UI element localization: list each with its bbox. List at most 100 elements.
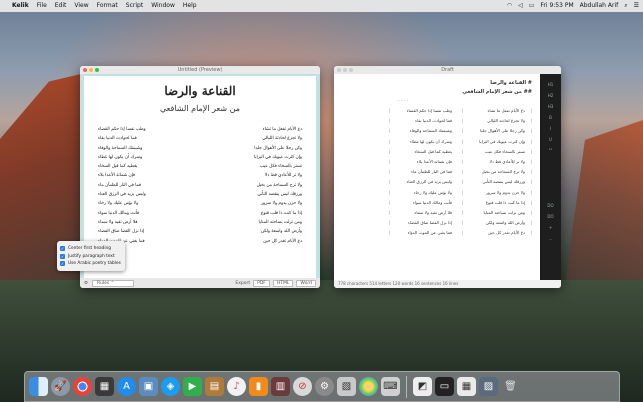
preview-titlebar[interactable]: Untitled (Preview) — [80, 66, 320, 74]
menu-file[interactable]: File — [37, 0, 47, 12]
editor-window: Draft # القناعة والرضا ## من شعر الإمام … — [334, 66, 561, 288]
poem-verse: ورزقك ليس ينقصه التأني وليس يزيد في الرزق… — [98, 192, 302, 201]
editor-verse-first-half: وإن كثرت عيوبك في البرايا — [479, 138, 525, 144]
notification-center-icon[interactable]: ☰ — [634, 0, 639, 12]
menu-view[interactable]: View — [74, 0, 88, 12]
markdown-editor[interactable]: # القناعة والرضا ## من شعر الإمام الشافع… — [334, 74, 540, 280]
preview-document-icon[interactable]: ▦ — [457, 377, 476, 396]
tool-button[interactable]: DO — [540, 203, 561, 214]
trash-icon[interactable]: 🗑 — [501, 377, 520, 396]
facetime-icon[interactable]: ▶ — [183, 377, 202, 396]
editor-verse-row: | ومن نزلت بساحته المنايا | فلا أرض تقيه ول… — [342, 210, 532, 220]
menu-clock[interactable]: Fri 9:53 PM — [540, 0, 573, 12]
no-entry-icon[interactable]: ⊘ — [293, 377, 312, 396]
option-arabic-tables[interactable]: ✓ Use Arabic poetry tables — [60, 260, 122, 268]
image-capture-icon[interactable]: ▧ — [337, 377, 356, 396]
verse-first-half: ولا تجزع لحادثة الليالي — [262, 136, 302, 142]
checkbox-checked-icon[interactable]: ✓ — [60, 253, 65, 259]
editor-verse-row: | ولا تجزع لحادثة الليالي | فما لحوادث الدن… — [342, 118, 532, 128]
spotlight-icon[interactable]: ⌕ — [624, 0, 627, 12]
photo-booth-icon[interactable]: ▦ — [95, 377, 114, 396]
app-store-icon[interactable]: A — [117, 377, 136, 396]
editor-verse-first-half: ولا ترج السماحة من بخيل — [481, 169, 525, 175]
poem-verse: وكن رجلا على الأهوال جلدا وشيمتك السماحة … — [98, 146, 302, 155]
editor-verse-row: | إذا ما كنت ذا قلب قنوع | فأنت ومالك الدني… — [342, 200, 532, 210]
option-justify-text[interactable]: ✓ Justify paragraph text — [60, 253, 122, 261]
poem-verse: وإن كثرت عيوبك في البرايا وسرك أن يكون له… — [98, 155, 302, 164]
menu-edit[interactable]: Edit — [55, 0, 67, 12]
settings-popover: ✓ Center first heading ✓ Justify paragraph… — [57, 241, 125, 271]
verse-second-half: فلا أرض تقيه ولا سماء — [98, 219, 138, 225]
photo-strip-icon[interactable]: ▥ — [271, 377, 290, 396]
finder-icon[interactable] — [29, 377, 48, 396]
system-preferences-icon[interactable]: ⚙ — [315, 377, 334, 396]
add-button[interactable]: + — [540, 225, 561, 236]
menu-help[interactable]: Help — [183, 0, 197, 12]
style-select[interactable]: Rules ⌃ — [92, 279, 135, 287]
ibooks-icon[interactable]: ▮ — [249, 377, 268, 396]
photos-icon[interactable] — [359, 377, 378, 396]
verse-second-half: وشيمتك السماحة والوفاء — [98, 145, 143, 151]
export-word-button[interactable]: Word — [296, 279, 316, 287]
checkbox-checked-icon[interactable]: ✓ — [60, 246, 65, 252]
more-button[interactable]: ... — [540, 236, 561, 247]
export-pdf-button[interactable]: PDF — [253, 279, 270, 287]
editor-verse-row: | ولا حزن يدوم ولا سرور | ولا بؤس عليك ولا … — [342, 190, 532, 200]
editor-verse-first-half: وأرض الله واسعة ولكن — [485, 220, 525, 226]
editor-verse-row: | دع الأيام تغدر كل حين | فما يغني عن الموت… — [342, 230, 532, 240]
verse-first-half: وإن كثرت عيوبك في البرايا — [253, 154, 302, 160]
underline-button[interactable]: U — [540, 137, 561, 148]
heading-2-button[interactable]: H2 — [540, 93, 561, 104]
dock-divider — [406, 375, 407, 398]
desktop-icon[interactable]: ▨ — [479, 377, 498, 396]
menu-format[interactable]: Format — [97, 0, 118, 12]
chrome-icon[interactable] — [73, 377, 92, 396]
editor-verse-second-half: فإن شماتة الأعدا بلاء — [416, 158, 452, 164]
menu-app-name[interactable]: Kelik — [12, 0, 29, 12]
menu-script[interactable]: Script — [126, 0, 143, 12]
verse-first-half: ولا ترج السماحة من بخيل — [256, 182, 302, 188]
export-html-button[interactable]: HTML — [272, 279, 294, 287]
safari-icon[interactable]: ◈ — [161, 377, 180, 396]
tool-button[interactable]: DO — [540, 214, 561, 225]
editor-verse-first-half: ولا حزن يدوم ولا سرور — [485, 189, 525, 195]
editor-verse-second-half: وشيمتك السماحة والوفاء — [409, 128, 452, 134]
preview-app-icon[interactable]: ▣ — [139, 377, 158, 396]
typewriter-icon[interactable]: ⌨ — [381, 377, 400, 396]
poem-verse: ولا تر للأعادي قط ذلا فإن شماتة الأعدا بل… — [98, 173, 302, 182]
notes-icon[interactable]: ▤ — [205, 377, 224, 396]
verse-first-half: ومن نزلت بساحته المنايا — [258, 219, 302, 225]
itunes-icon[interactable]: ♪ — [227, 377, 246, 396]
heading-3-button[interactable]: H3 — [540, 104, 561, 115]
verse-first-half: ولا حزن يدوم ولا سرور — [260, 201, 302, 207]
menu-user[interactable]: Abdullah Arif — [580, 0, 619, 12]
format-sidebar: H1 H2 H3 B I U "" DO DO + ... — [540, 74, 561, 280]
dock: 🚀 ▦ A ▣ ◈ ▶ ▤ ♪ ▮ ▥ ⊘ ⚙ ▧ ⌨ ◩ ▭ ▦ ▨ 🗑 — [24, 371, 620, 402]
verse-second-half: فما لحوادث الدنيا بقاء — [98, 136, 137, 142]
bold-button[interactable]: B — [540, 115, 561, 126]
option-center-heading[interactable]: ✓ Center first heading — [60, 245, 122, 253]
quote-button[interactable]: "" — [540, 148, 561, 159]
editor-separator: - - - - - — [395, 98, 409, 103]
poem-verse: وأرض الله واسعة ولكن إذا نزل القضا ضاق ال… — [98, 229, 302, 238]
option-label: Use Arabic poetry tables — [68, 261, 121, 267]
editor-verse-second-half: فلا أرض تقيه ولا سماء — [414, 209, 452, 215]
wifi-icon[interactable]: ◠ — [507, 0, 512, 12]
checkbox-checked-icon[interactable]: ✓ — [60, 261, 65, 267]
editor-verse-second-half: وطب نفسا إذا حكم القضاء — [406, 108, 452, 113]
launchpad-icon[interactable]: 🚀 — [51, 377, 70, 396]
editor-verse-first-half: ومن نزلت بساحته المنايا — [483, 209, 525, 215]
italic-button[interactable]: I — [540, 126, 561, 137]
editor-verse-first-half: دع الأيام تفعل ما تشاء — [487, 108, 525, 113]
screenshot-icon[interactable]: ◩ — [413, 377, 432, 396]
editor-window-title: Draft — [441, 67, 454, 73]
volume-icon[interactable]: ◁ — [518, 0, 523, 12]
heading-1-button[interactable]: H1 — [540, 82, 561, 93]
editor-verse-second-half: ولا بؤس عليك ولا رخاء — [413, 189, 452, 195]
settings-gear-icon[interactable]: ⚙ — [84, 281, 88, 286]
verse-second-half: وسرك أن يكون لها غطاء — [98, 154, 143, 160]
battery-icon[interactable]: ▭ — [529, 0, 535, 12]
terminal-icon[interactable]: ▭ — [435, 377, 454, 396]
editor-titlebar[interactable]: Draft — [334, 66, 561, 74]
menu-window[interactable]: Window — [151, 0, 175, 12]
